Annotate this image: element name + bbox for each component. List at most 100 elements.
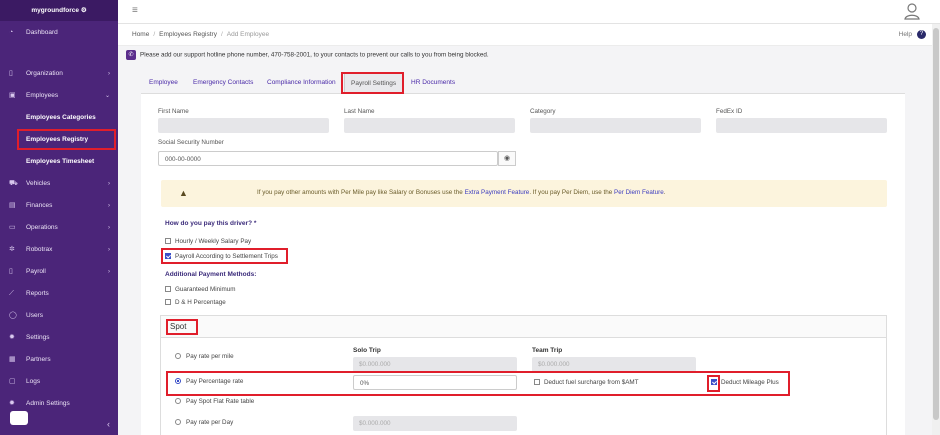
sidebar-item-employees[interactable]: ▣ Employees ⌄ (0, 85, 118, 107)
sidebar-item-logs[interactable]: ▢ Logs (0, 371, 118, 393)
per-day-option[interactable]: Pay rate per Day (175, 419, 233, 426)
first-name-field[interactable] (158, 118, 329, 133)
sidebar-item-finances[interactable]: ▤ Finances › (0, 195, 118, 217)
sidebar-item-label: Robotrax (26, 246, 53, 253)
sidebar-item-users[interactable]: ◯ Users (0, 305, 118, 327)
breadcrumb-current: Add Employee (226, 31, 270, 38)
warning-text: If you pay other amounts with Per Mile p… (257, 189, 665, 196)
breadcrumb-home[interactable]: Home (132, 31, 149, 38)
brand-name: mygroundforce (31, 7, 80, 14)
deduct-fuel-option[interactable]: Deduct fuel surcharge from $AMT (534, 379, 639, 386)
breadcrumb-employees-registry[interactable]: Employees Registry (159, 31, 217, 38)
sidebar-item-employees-registry[interactable]: Employees Registry (0, 129, 118, 151)
flat-rate-radio[interactable] (175, 398, 181, 405)
settlement-option[interactable]: Payroll According to Settlement Trips (165, 253, 278, 260)
collapse-sidebar-icon[interactable]: ‹ (107, 419, 110, 429)
brand-logo: mygroundforce ⚙ (0, 0, 118, 21)
deduct-fuel-label: Deduct fuel surcharge from $AMT (544, 379, 639, 386)
spot-title: Spot (170, 322, 187, 331)
warning-banner: ▲ If you pay other amounts with Per Mile… (161, 180, 887, 207)
phone-icon: ✆ (126, 50, 136, 60)
breadcrumb-bar: Home / Employees Registry / Add Employee Hel… (118, 24, 940, 46)
breadcrumb: Home / Employees Registry / Add Employee (132, 31, 270, 38)
category-field[interactable] (530, 118, 701, 133)
user-avatar-icon[interactable] (904, 2, 920, 20)
sidebar-item-vehicles[interactable]: ⛟ Vehicles › (0, 173, 118, 195)
guaranteed-option-label: Guaranteed Minimum (175, 286, 236, 293)
percentage-radio[interactable] (175, 378, 181, 385)
chevron-right-icon: › (108, 181, 110, 187)
sidebar-item-label: Users (26, 312, 43, 319)
dh-checkbox[interactable] (165, 299, 171, 306)
sidebar-item-label: Settings (26, 334, 50, 341)
per-day-field[interactable]: $0.000.000 (353, 416, 517, 431)
tab-emergency-contacts[interactable]: Emergency Contacts (193, 72, 253, 94)
settings-icon: ✹ (9, 334, 15, 341)
hourly-option-label: Hourly / Weekly Salary Pay (175, 238, 252, 245)
flat-rate-option[interactable]: Pay Spot Flat Rate table (175, 398, 254, 405)
payroll-form-card: First Name Last Name Category FedEx ID S… (141, 94, 905, 435)
warning-text-b: . If you pay Per Diem, use the (529, 189, 615, 196)
flat-rate-label: Pay Spot Flat Rate table (186, 398, 255, 405)
solo-trip-field[interactable]: $0.000.000 (353, 357, 517, 372)
sidebar-item-robotrax[interactable]: ✲ Robotrax › (0, 239, 118, 261)
last-name-field[interactable] (344, 118, 515, 133)
sidebar-item-organization[interactable]: ▯ Organization › (0, 63, 118, 85)
sidebar-item-settings[interactable]: ✹ Settings (0, 327, 118, 349)
tab-payroll-settings[interactable]: Payroll Settings (344, 72, 404, 94)
help-link[interactable]: Help (899, 31, 912, 38)
sidebar-nav: ◔ Dashboard (0, 22, 118, 44)
team-trip-label: Team Trip (532, 347, 563, 354)
scrollbar-thumb[interactable] (933, 28, 939, 420)
rate-per-mile-radio[interactable] (175, 353, 181, 360)
dh-option-label: D & H Percentage (175, 299, 226, 306)
fedex-id-field[interactable] (716, 118, 887, 133)
chevron-down-icon: ⌄ (104, 93, 110, 99)
guaranteed-checkbox[interactable] (165, 286, 171, 293)
deduct-mileage-option[interactable]: Deduct Mileage Plus (711, 379, 779, 386)
dh-option[interactable]: D & H Percentage (165, 299, 226, 306)
user-icon: ◯ (9, 312, 17, 319)
help-icon[interactable]: ? (917, 30, 926, 39)
tab-compliance-information[interactable]: Compliance Information (267, 72, 336, 94)
tab-employee[interactable]: Employee (149, 72, 178, 94)
team-trip-field[interactable]: $0.000.000 (532, 357, 696, 372)
sidebar-item-employees-categories[interactable]: Employees Categories (0, 107, 118, 129)
dashboard-icon: ◔ (9, 29, 14, 36)
sidebar-item-dashboard[interactable]: ◔ Dashboard (0, 22, 118, 44)
scrollbar[interactable] (932, 24, 940, 435)
chevron-right-icon: › (108, 203, 110, 209)
hourly-option[interactable]: Hourly / Weekly Salary Pay (165, 238, 251, 245)
hourly-checkbox[interactable] (165, 238, 171, 245)
percentage-input[interactable]: 0% (353, 375, 517, 390)
sidebar-item-operations[interactable]: ▭ Operations › (0, 217, 118, 239)
menu-icon[interactable]: ≡ (132, 5, 138, 16)
settlement-checkbox[interactable] (165, 253, 171, 260)
sidebar-item-partners[interactable]: ▦ Partners (0, 349, 118, 371)
sidebar-item-reports[interactable]: ⟋ Reports (0, 283, 118, 305)
per-day-radio[interactable] (175, 419, 181, 426)
sidebar-item-employees-timesheet[interactable]: Employees Timesheet (0, 151, 118, 173)
chat-icon[interactable] (10, 411, 28, 425)
guaranteed-option[interactable]: Guaranteed Minimum (165, 286, 236, 293)
eye-icon[interactable]: ◉ (498, 151, 516, 166)
sidebar-nav-main: ▯ Organization › ▣ Employees ⌄ Employees Cat… (0, 63, 118, 415)
chart-icon: ⟋ (9, 290, 14, 297)
per-day-label: Pay rate per Day (186, 419, 234, 426)
tab-hr-documents[interactable]: HR Documents (411, 72, 455, 94)
ssn-input[interactable]: 000-00-0000 (158, 151, 498, 166)
support-notice-text: Please add our support hotline phone num… (140, 51, 489, 59)
sidebar-item-label: Employees Categories (26, 114, 96, 121)
deduct-fuel-checkbox[interactable] (534, 379, 540, 386)
percentage-option[interactable]: Pay Percentage rate (175, 378, 243, 385)
sidebar-item-payroll[interactable]: ▯ Payroll › (0, 261, 118, 283)
sidebar-item-label: Payroll (26, 268, 46, 275)
rate-per-mile-label: Pay rate per mile (186, 353, 234, 360)
per-diem-link[interactable]: Per Diem Feature (614, 189, 664, 196)
tab-bar: Employee Emergency Contacts Compliance I… (141, 72, 905, 94)
extra-payment-link[interactable]: Extra Payment Feature (465, 189, 530, 196)
rate-per-mile-option[interactable]: Pay rate per mile (175, 353, 234, 360)
warning-text-c: . (663, 189, 666, 196)
deduct-mileage-checkbox[interactable] (711, 379, 717, 386)
gear-icon: ✲ (9, 246, 15, 253)
